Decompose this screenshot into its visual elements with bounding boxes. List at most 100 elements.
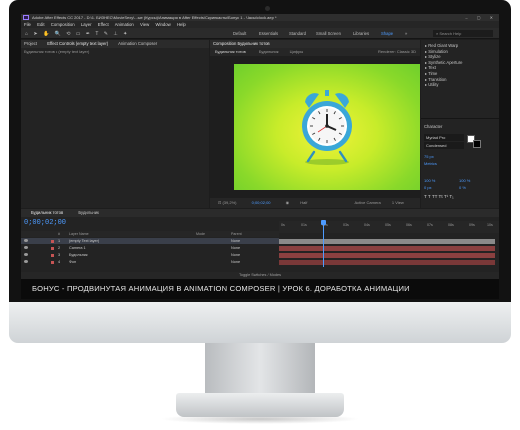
- label-color-icon[interactable]: [51, 260, 54, 264]
- layer-row[interactable]: 4 Фон None: [21, 259, 279, 265]
- ruler-tick-label: 03s: [343, 223, 349, 227]
- timeline-timecode[interactable]: 0;00;02;00: [24, 219, 66, 227]
- camera-snapshot-icon[interactable]: ◉: [286, 200, 290, 205]
- breadcrumb-main-comp[interactable]: Будильник тотов: [215, 49, 246, 54]
- renderer-label[interactable]: Renderer: Classic 3D: [378, 48, 416, 56]
- parent-select[interactable]: None: [231, 252, 240, 258]
- time-ruler[interactable]: 0s 01s 02s 03s 04s 05s 06s 07s 08s 09s 1…: [279, 221, 499, 233]
- horizontal-scale-value[interactable]: 100 %: [459, 178, 470, 183]
- effects-presets-list: ▸ Red Giant Warp ▸ Simulation ▸ Stylize …: [425, 43, 462, 88]
- layer-duration-bar[interactable]: [279, 259, 495, 265]
- layer-row[interactable]: 3 Будильник None: [21, 252, 279, 258]
- text-style-buttons[interactable]: T T TT Tt T¹ T₁: [424, 194, 454, 199]
- layer-row[interactable]: 1 (empty Text layer) None: [21, 238, 279, 244]
- view-layout-select[interactable]: 1 View: [392, 200, 404, 205]
- tab-project[interactable]: Project: [24, 41, 37, 46]
- menu-layer[interactable]: Layer: [81, 22, 92, 27]
- column-layer-name[interactable]: Layer Name: [69, 231, 89, 237]
- active-camera-select[interactable]: Active Camera: [355, 200, 381, 205]
- tsume-value[interactable]: 0 %: [459, 185, 466, 190]
- menu-animation[interactable]: Animation: [115, 22, 134, 27]
- project-panel: Project Effect Controls (empty text laye…: [21, 40, 209, 208]
- layer-duration-bar[interactable]: [279, 245, 495, 251]
- stroke-color-swatch[interactable]: [473, 140, 481, 148]
- parent-select[interactable]: None: [231, 245, 240, 251]
- parent-select[interactable]: None: [231, 238, 240, 244]
- layer-name[interactable]: Будильник: [69, 252, 88, 258]
- visibility-eye-icon[interactable]: [24, 239, 28, 242]
- menu-composition[interactable]: Composition: [51, 22, 75, 27]
- menu-help[interactable]: Help: [177, 22, 186, 27]
- tool-icons[interactable]: ⌂ ➤ ✋ 🔍 ⟲ ▭ ✒ T ✎ ⊥ ✦: [25, 31, 129, 37]
- tab-animation-composer[interactable]: Animation Composer: [118, 41, 157, 46]
- layer-duration-bar[interactable]: [279, 238, 495, 244]
- font-style-select[interactable]: Condensed: [424, 142, 464, 149]
- breadcrumb-digits[interactable]: Цифры: [290, 49, 304, 54]
- current-time-indicator[interactable]: [323, 221, 324, 267]
- tab-effect-controls[interactable]: Effect Controls (empty text layer): [47, 41, 108, 46]
- visibility-eye-icon[interactable]: [24, 253, 28, 256]
- tab-composition[interactable]: Composition Будильник тотов: [213, 41, 270, 46]
- font-family-select[interactable]: Myriad Pro: [424, 134, 464, 141]
- current-time[interactable]: 0;00;02;00: [252, 200, 271, 205]
- toggle-switches-modes[interactable]: Toggle Switches / Modes: [21, 272, 499, 279]
- tab-timeline-clock[interactable]: Будильник: [78, 210, 99, 215]
- workspace-essentials[interactable]: Essentials: [259, 28, 278, 39]
- column-number: #: [58, 232, 60, 236]
- label-color-icon[interactable]: [51, 246, 54, 250]
- column-parent: Parent: [231, 232, 242, 236]
- vertical-scale-value[interactable]: 100 %: [424, 178, 435, 183]
- ruler-tick-label: 09s: [469, 223, 475, 227]
- workspace-small-screen[interactable]: Small Screen: [316, 28, 341, 39]
- window-titlebar: Adobe After Effects CC 2017 - D:\1. БИЗН…: [21, 14, 499, 21]
- layer-name[interactable]: Фон: [69, 259, 76, 265]
- character-panel-title: Character: [424, 124, 443, 129]
- composition-footer: ⊡ (39,2%) 0;00;02;00 ◉ Half Active Camer…: [210, 198, 420, 208]
- workspace-standard[interactable]: Standard: [289, 28, 306, 39]
- menu-file[interactable]: File: [24, 22, 31, 27]
- effects-category-item[interactable]: ▸ Red Giant Warp: [425, 43, 462, 49]
- layer-row[interactable]: 2 Camera 1 None: [21, 245, 279, 251]
- visibility-eye-icon[interactable]: [24, 260, 28, 263]
- tracking-value[interactable]: Metrics: [424, 161, 437, 166]
- column-mode: Mode: [196, 232, 205, 236]
- label-color-icon[interactable]: [51, 253, 54, 257]
- window-controls[interactable]: – ▢ ✕: [465, 14, 497, 21]
- menu-bar: File Edit Composition Layer Effect Anima…: [21, 21, 499, 28]
- search-placeholder: Search Help: [439, 31, 462, 36]
- visibility-eye-icon[interactable]: [24, 246, 28, 249]
- search-help-input[interactable]: ⌕ Search Help: [433, 30, 493, 37]
- effects-character-panel: ▸ Red Giant Warp ▸ Simulation ▸ Stylize …: [421, 40, 499, 208]
- label-color-icon[interactable]: [51, 239, 54, 243]
- workspace-shape[interactable]: Shape: [381, 28, 393, 39]
- monitor-stand-base: [176, 393, 344, 417]
- layer-name[interactable]: Camera 1: [69, 245, 86, 251]
- zoom-level[interactable]: (39,2%): [222, 200, 236, 205]
- layer-name[interactable]: (empty Text layer): [69, 238, 99, 244]
- tab-timeline-main[interactable]: Будильник тотов: [31, 210, 63, 215]
- ruler-tick-label: 08s: [448, 223, 454, 227]
- composition-panel-tab: Composition Будильник тотов: [210, 40, 420, 48]
- menu-effect[interactable]: Effect: [98, 22, 109, 27]
- project-panel-tabs: Project Effect Controls (empty text laye…: [21, 40, 209, 48]
- layer-number: 2: [58, 246, 61, 250]
- workspace-default[interactable]: Default: [233, 28, 246, 39]
- menu-edit[interactable]: Edit: [37, 22, 44, 27]
- baseline-shift-value[interactable]: 0 px: [424, 185, 432, 190]
- breadcrumb-clock[interactable]: Будильник: [259, 49, 279, 54]
- layer-duration-bar[interactable]: [279, 252, 495, 258]
- ruler-tick-label: 06s: [406, 223, 412, 227]
- effects-category-item[interactable]: ▸ Utility: [425, 82, 462, 88]
- layer-number: 3: [58, 253, 61, 257]
- font-size-value[interactable]: 75 px: [424, 154, 434, 159]
- resolution-select[interactable]: Half: [300, 200, 307, 205]
- menu-window[interactable]: Window: [155, 22, 170, 27]
- parent-select[interactable]: None: [231, 259, 240, 265]
- workspace-overflow-icon[interactable]: »: [405, 28, 407, 39]
- imac-mockup: Adobe After Effects CC 2017 - D:\1. БИЗН…: [0, 0, 520, 430]
- screen: Adobe After Effects CC 2017 - D:\1. БИЗН…: [21, 14, 499, 299]
- workspace-libraries[interactable]: Libraries: [353, 28, 369, 39]
- menu-view[interactable]: View: [140, 22, 149, 27]
- layer-number: 4: [58, 260, 61, 264]
- composition-canvas[interactable]: [234, 64, 420, 190]
